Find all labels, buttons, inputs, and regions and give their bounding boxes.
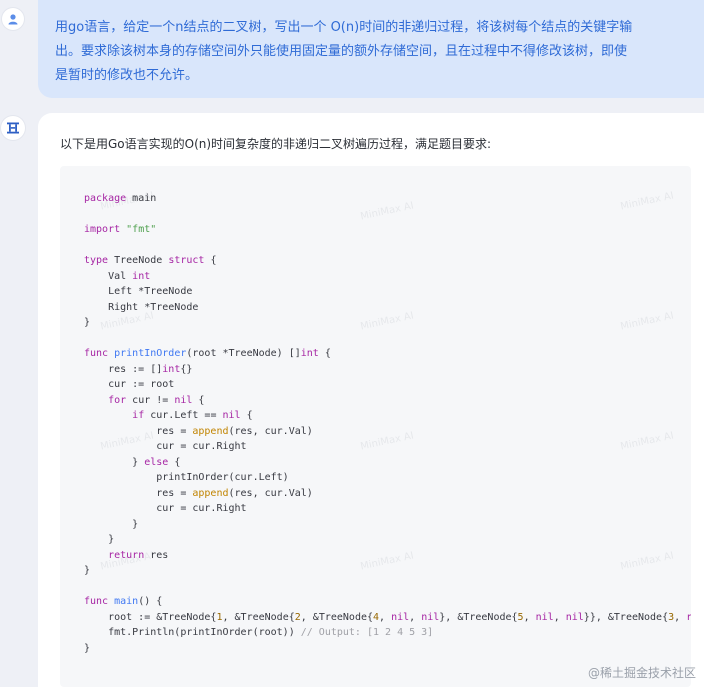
user-message-line: 出。要求除该树本身的存储空间外只能使用固定量的额外存储空间，且在过程中不得修改该… [55, 44, 628, 59]
user-icon [8, 14, 18, 25]
user-message-bubble: 用go语言，给定一个n结点的二叉树，写出一个 O(n)时间的非递归过程，将该树每… [38, 0, 704, 98]
assistant-reply-card: 以下是用Go语言实现的O(n)时间复杂度的非递归二叉树遍历过程，满足题目要求: … [38, 113, 704, 687]
assistant-intro-text: 以下是用Go语言实现的O(n)时间复杂度的非递归二叉树遍历过程，满足题目要求: [60, 137, 492, 151]
user-avatar [2, 8, 24, 30]
user-message-line: 用go语言，给定一个n结点的二叉树，写出一个 O(n)时间的非递归过程，将该树每… [55, 20, 633, 35]
assistant-avatar [1, 116, 25, 140]
user-message-line: 是暂时的修改也不允许。 [55, 68, 199, 83]
bot-logo-icon [7, 122, 19, 134]
code-block[interactable]: MiniMax AI MiniMax AI MiniMax AI MiniMax… [60, 166, 691, 687]
go-source-code: package main import "fmt" type TreeNode … [84, 193, 691, 654]
site-watermark: @稀土掘金技术社区 [587, 666, 696, 680]
